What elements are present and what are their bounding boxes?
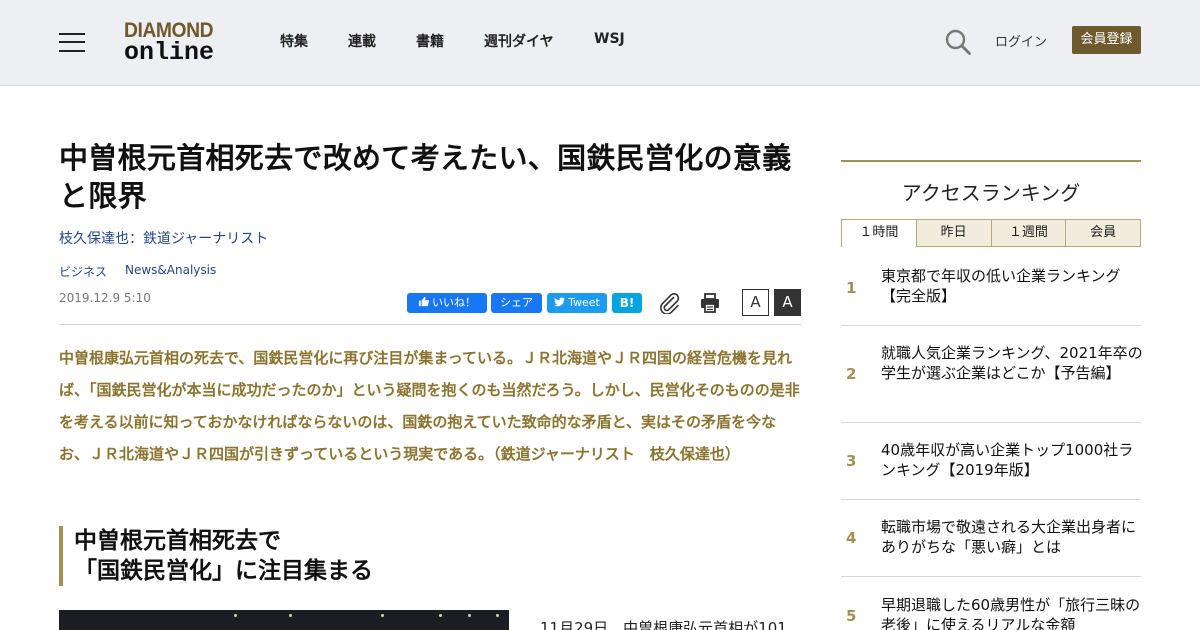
paperclip-icon[interactable] — [659, 292, 681, 314]
search-icon[interactable] — [944, 28, 972, 56]
ranking-item[interactable]: 4 転職市場で敬遠される大企業出身者にありがちな「悪い癖」とは — [841, 500, 1141, 577]
tab-yesterday[interactable]: 昨日 — [916, 219, 992, 247]
site-header: DIAMOND online 特集 連載 書籍 週刊ダイヤ WSJ ログイン 会… — [0, 0, 1200, 86]
tag-news-analysis[interactable]: News&Analysis — [125, 263, 216, 277]
menu-icon[interactable] — [59, 31, 85, 53]
tab-1-hour[interactable]: １時間 — [841, 219, 917, 247]
print-icon[interactable] — [699, 292, 721, 314]
subheading-line1: 中曽根元首相死去で — [74, 528, 281, 554]
tag-business[interactable]: ビジネス — [59, 263, 107, 280]
article-subheading: 中曽根元首相死去で 「国鉄民営化」に注目集まる — [59, 526, 479, 586]
ranking-item-title: 転職市場で敬遠される大企業出身者にありがちな「悪い癖」とは — [881, 518, 1137, 556]
ranking-item[interactable]: 2 就職人気企業ランキング、2021年卒の学生が選ぶ企業はどこか【予告編】 — [841, 326, 1143, 423]
article-date: 2019.12.9 5:10 — [59, 291, 151, 305]
ranking-tabs: １時間 昨日 １週間 会員 — [841, 219, 1141, 247]
ranking-title: アクセスランキング — [901, 181, 1081, 205]
ranking-item[interactable]: 3 40歳年収が高い企業トップ1000社ランキング【2019年版】 — [841, 423, 1141, 500]
ranking-number: 4 — [846, 529, 857, 547]
facebook-like-button[interactable]: いいね！ — [407, 293, 487, 313]
tab-1-week[interactable]: １週間 — [991, 219, 1067, 247]
hatena-bookmark-button[interactable]: B! — [612, 293, 642, 313]
article-lead: 中曽根康弘元首相の死去で、国鉄民営化に再び注目が集まっている。ＪＲ北海道やＪＲ四… — [59, 349, 800, 463]
facebook-share-button[interactable]: シェア — [491, 293, 542, 313]
twitter-bird-icon — [554, 297, 566, 307]
tab-members[interactable]: 会員 — [1066, 219, 1141, 247]
logo-line2: online — [124, 38, 215, 67]
nav-item-series[interactable]: 連載 — [348, 31, 376, 51]
article-body-start: 11月29日、中曽根康弘元首相が101 — [540, 619, 787, 630]
article-author[interactable]: 枝久保達也：鉄道ジャーナリスト — [59, 228, 268, 248]
tweet-button[interactable]: Tweet — [547, 293, 607, 313]
like-label: いいね！ — [432, 296, 476, 309]
thumbs-up-icon — [418, 296, 429, 307]
nav-item-wsj[interactable]: WSJ — [594, 31, 625, 51]
ranking-item-title: 40歳年収が高い企業トップ1000社ランキング【2019年版】 — [881, 441, 1134, 479]
site-logo[interactable]: DIAMOND online — [124, 19, 228, 67]
article-title: 中曽根元首相死去で改めて考えたい、国鉄民営化の意義と限界 — [59, 141, 792, 213]
subheading-line2: 「国鉄民営化」に注目集まる — [74, 558, 373, 584]
ranking-item[interactable]: 1 東京都で年収の低い企業ランキング【完全版】 — [841, 247, 1141, 326]
ranking-item[interactable]: 5 早期退職した60歳男性が「旅行三昧の老後」に使えるリアルな金額 — [841, 577, 1141, 630]
login-link[interactable]: ログイン — [995, 31, 1047, 50]
article-photo — [59, 610, 509, 630]
nav-item-weekly-diamond[interactable]: 週刊ダイヤ — [484, 31, 554, 51]
ranking-number: 3 — [846, 452, 857, 470]
font-size-small-button[interactable]: A — [742, 289, 769, 316]
nav-item-books[interactable]: 書籍 — [416, 31, 444, 51]
ranking-item-title: 東京都で年収の低い企業ランキング【完全版】 — [881, 267, 1121, 305]
ranking-item-title: 早期退職した60歳男性が「旅行三昧の老後」に使えるリアルな金額 — [881, 596, 1141, 630]
register-button[interactable]: 会員登録 — [1072, 26, 1141, 54]
ranking-number: 5 — [846, 607, 857, 625]
ranking-top-rule — [841, 160, 1141, 162]
ranking-number: 2 — [846, 365, 857, 383]
font-size-large-button[interactable]: A — [774, 289, 801, 316]
nav-item-special[interactable]: 特集 — [280, 31, 308, 51]
ranking-item-title: 就職人気企業ランキング、2021年卒の学生が選ぶ企業はどこか【予告編】 — [881, 344, 1143, 382]
ranking-number: 1 — [846, 279, 857, 297]
article-divider — [59, 324, 801, 325]
tweet-label: Tweet — [568, 296, 600, 309]
